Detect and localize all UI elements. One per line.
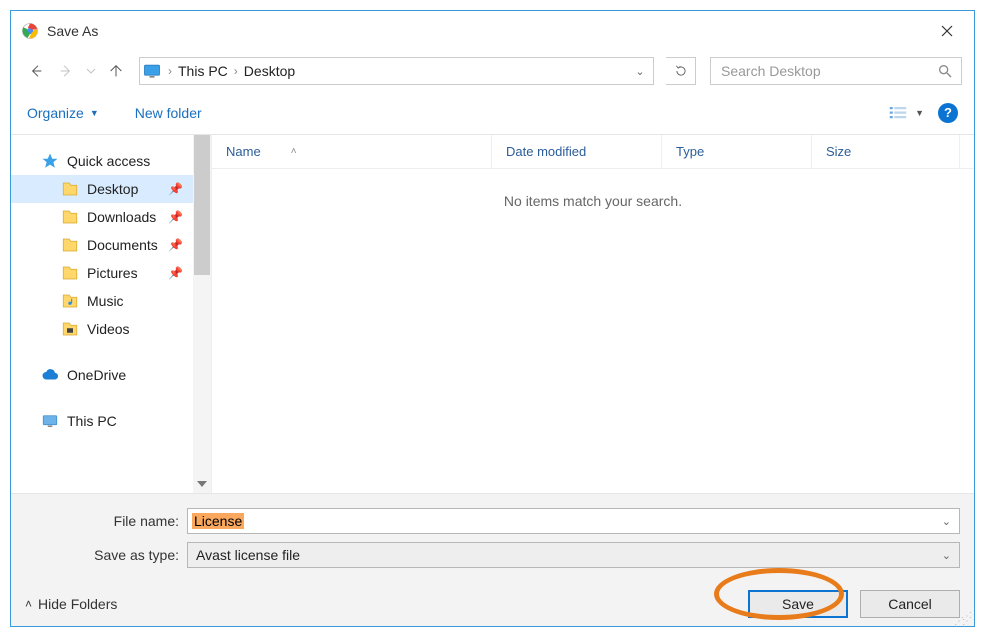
- body: Quick access Desktop 📌 Downloads 📌 Documents 📌…: [11, 135, 974, 493]
- scroll-down-icon[interactable]: [193, 475, 211, 493]
- nav-item-music[interactable]: Music: [11, 287, 211, 315]
- pin-icon: 📌: [168, 182, 183, 196]
- cancel-button[interactable]: Cancel: [860, 590, 960, 618]
- save-as-dialog: Save As › This PC › Desktop ⌄: [10, 10, 975, 627]
- nav-item-videos[interactable]: Videos: [11, 315, 211, 343]
- column-type[interactable]: Type: [662, 135, 812, 168]
- nav-item-pictures[interactable]: Pictures 📌: [11, 259, 211, 287]
- folder-icon: [61, 180, 79, 198]
- nav-item-label: Desktop: [87, 181, 138, 197]
- new-folder-button[interactable]: New folder: [135, 105, 202, 121]
- folder-icon: [61, 264, 79, 282]
- nav-item-label: This PC: [67, 413, 117, 429]
- nav-item-label: Music: [87, 293, 124, 309]
- column-size[interactable]: Size: [812, 135, 960, 168]
- cloud-icon: [41, 366, 59, 384]
- address-bar[interactable]: › This PC › Desktop ⌄: [139, 57, 654, 85]
- file-name-label: File name:: [25, 513, 187, 529]
- hide-folders-toggle[interactable]: ˄ Hide Folders: [25, 596, 117, 612]
- refresh-button[interactable]: [666, 57, 696, 85]
- nav-item-label: Documents: [87, 237, 158, 253]
- search-box[interactable]: [710, 57, 962, 85]
- pc-icon: [41, 412, 59, 430]
- nav-row: › This PC › Desktop ⌄: [11, 51, 974, 91]
- save-button[interactable]: Save: [748, 590, 848, 618]
- music-icon: [61, 292, 79, 310]
- nav-item-label: Downloads: [87, 209, 156, 225]
- back-button[interactable]: [23, 58, 49, 84]
- resize-grip-icon[interactable]: ⋰⋰⋰: [954, 614, 970, 624]
- scrollbar-thumb[interactable]: [194, 135, 210, 275]
- pin-icon: 📌: [168, 238, 183, 252]
- chevron-down-icon: ▼: [90, 108, 99, 118]
- nav-item-label: Videos: [87, 321, 130, 337]
- this-pc-icon: [142, 61, 162, 81]
- titlebar: Save As: [11, 11, 974, 51]
- chrome-icon: [21, 22, 39, 40]
- navigation-pane: Quick access Desktop 📌 Downloads 📌 Documents 📌…: [11, 135, 211, 493]
- nav-item-this-pc[interactable]: This PC: [11, 407, 211, 435]
- chevron-down-icon[interactable]: ⌄: [942, 549, 955, 562]
- video-icon: [61, 320, 79, 338]
- breadcrumb-current[interactable]: Desktop: [244, 63, 295, 79]
- help-button[interactable]: ?: [938, 103, 958, 123]
- nav-item-label: OneDrive: [67, 367, 126, 383]
- recent-locations-dropdown[interactable]: [83, 58, 99, 84]
- save-type-label: Save as type:: [25, 547, 187, 563]
- nav-item-onedrive[interactable]: OneDrive: [11, 361, 211, 389]
- chevron-right-icon: ›: [234, 64, 238, 78]
- nav-item-desktop[interactable]: Desktop 📌: [11, 175, 211, 203]
- search-icon: [937, 63, 953, 79]
- forward-button[interactable]: [53, 58, 79, 84]
- folder-icon: [61, 208, 79, 226]
- chevron-down-icon: ▼: [915, 108, 924, 118]
- up-button[interactable]: [103, 58, 129, 84]
- window-title: Save As: [47, 23, 930, 39]
- toolbar: Organize ▼ New folder ▼ ?: [11, 91, 974, 135]
- save-type-value: Avast license file: [192, 547, 300, 563]
- address-history-dropdown[interactable]: ⌄: [629, 65, 651, 78]
- close-button[interactable]: [930, 16, 964, 46]
- empty-message: No items match your search.: [212, 169, 974, 493]
- nav-scrollbar[interactable]: [193, 135, 211, 493]
- details-view-icon: [889, 105, 907, 121]
- breadcrumb-root[interactable]: This PC: [178, 63, 228, 79]
- file-name-row: File name: License ⌄: [25, 508, 960, 534]
- organize-label: Organize: [27, 105, 84, 121]
- column-date-modified[interactable]: Date modified: [492, 135, 662, 168]
- column-headers: Name ˄ Date modified Type Size: [212, 135, 974, 169]
- pin-icon: 📌: [168, 266, 183, 280]
- file-name-field[interactable]: License ⌄: [187, 508, 960, 534]
- chevron-right-icon: ›: [168, 64, 172, 78]
- save-type-field[interactable]: Avast license file ⌄: [187, 542, 960, 568]
- chevron-down-icon[interactable]: ⌄: [942, 515, 955, 528]
- column-name[interactable]: Name ˄: [212, 135, 492, 168]
- nav-item-documents[interactable]: Documents 📌: [11, 231, 211, 259]
- chevron-up-icon: ˄: [25, 597, 32, 611]
- nav-item-label: Pictures: [87, 265, 138, 281]
- nav-item-quick-access[interactable]: Quick access: [11, 147, 211, 175]
- quickaccess-icon: [41, 152, 59, 170]
- folder-icon: [61, 236, 79, 254]
- bottom-panel: File name: License ⌄ Save as type: Avast…: [11, 493, 974, 626]
- sort-indicator-icon: ˄: [291, 146, 297, 157]
- view-options[interactable]: ▼: [889, 105, 924, 121]
- file-name-value: License: [192, 513, 244, 529]
- nav-item-label: Quick access: [67, 153, 150, 169]
- pin-icon: 📌: [168, 210, 183, 224]
- search-input[interactable]: [719, 62, 937, 80]
- nav-item-downloads[interactable]: Downloads 📌: [11, 203, 211, 231]
- file-list-pane: Name ˄ Date modified Type Size No items …: [211, 135, 974, 493]
- save-type-row: Save as type: Avast license file ⌄: [25, 542, 960, 568]
- organize-menu[interactable]: Organize ▼: [27, 105, 99, 121]
